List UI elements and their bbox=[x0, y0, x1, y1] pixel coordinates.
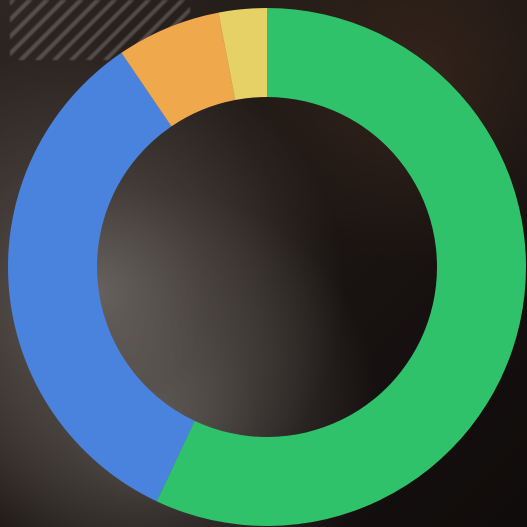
chart-canvas bbox=[0, 0, 527, 527]
donut-chart bbox=[8, 8, 526, 527]
donut-slice-2 bbox=[8, 52, 195, 502]
